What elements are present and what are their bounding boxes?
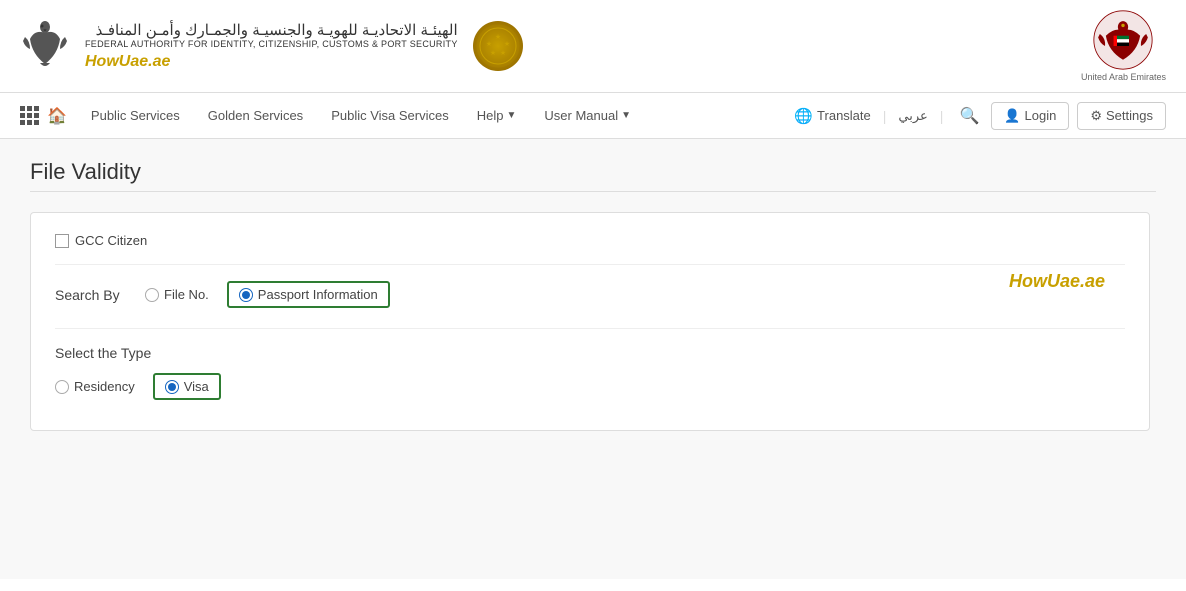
settings-button[interactable]: ⚙ Settings	[1077, 102, 1166, 130]
uae-country-label: United Arab Emirates	[1081, 72, 1166, 82]
uae-emblem-container: United Arab Emirates	[1081, 10, 1166, 82]
help-arrow-icon: ▼	[506, 110, 516, 121]
nav-help[interactable]: Help ▼	[463, 96, 531, 135]
nav-icon-group: 🏠	[20, 106, 67, 126]
passport-info-label: Passport Information	[258, 287, 378, 302]
section-divider	[55, 264, 1125, 265]
arabic-name: الهيئـة الاتحاديـة للهويـة والجنسيـة وال…	[85, 21, 458, 39]
settings-icon: ⚙	[1090, 108, 1102, 124]
how-uae-label: HowUae.ae	[85, 53, 458, 71]
navbar: 🏠 Public Services Golden Services Public…	[0, 93, 1186, 139]
header: الهيئـة الاتحاديـة للهويـة والجنسيـة وال…	[0, 0, 1186, 93]
passport-info-option[interactable]: Passport Information	[227, 281, 390, 308]
svg-text:★: ★	[490, 49, 496, 57]
grid-menu-icon[interactable]	[20, 106, 39, 125]
stars-logo: ★ ★ ★ ★ ★	[473, 21, 523, 71]
uae-emblem	[1093, 10, 1153, 70]
search-by-label: Search By	[55, 287, 145, 303]
title-divider	[30, 191, 1156, 192]
svg-text:★: ★	[500, 49, 506, 57]
separator: |	[883, 108, 887, 124]
main-content: File Validity GCC Citizen Search By File…	[0, 139, 1186, 579]
nav-right: 🌐 Translate | عربي | 🔍 👤 Login ⚙ Setting…	[794, 102, 1166, 130]
search-by-row: Search By File No. Passport Information …	[55, 281, 1125, 308]
svg-text:★: ★	[495, 33, 501, 41]
home-icon[interactable]: 🏠	[47, 106, 67, 126]
english-name: FEDERAL AUTHORITY FOR IDENTITY, CITIZENS…	[85, 39, 458, 49]
form-card: GCC Citizen Search By File No. Passport …	[30, 212, 1150, 431]
svg-text:★: ★	[486, 40, 492, 48]
page-title: File Validity	[30, 159, 1156, 185]
login-button[interactable]: 👤 Login	[991, 102, 1069, 130]
residency-label: Residency	[74, 379, 135, 394]
separator2: |	[940, 108, 944, 124]
residency-option[interactable]: Residency	[55, 379, 135, 394]
nav-public-visa-services[interactable]: Public Visa Services	[317, 96, 463, 135]
residency-radio[interactable]	[55, 380, 69, 394]
gcc-citizen-label: GCC Citizen	[75, 233, 147, 248]
watermark: HowUae.ae	[1009, 271, 1105, 292]
visa-label: Visa	[184, 379, 209, 394]
falcon-logo	[20, 21, 70, 71]
translate-button[interactable]: 🌐 Translate	[794, 107, 870, 125]
file-no-option[interactable]: File No.	[145, 287, 209, 302]
nav-user-manual[interactable]: User Manual ▼	[530, 96, 645, 135]
nav-public-services[interactable]: Public Services	[77, 96, 194, 135]
file-no-label: File No.	[164, 287, 209, 302]
translate-icon: 🌐	[794, 107, 813, 125]
nav-links: Public Services Golden Services Public V…	[77, 96, 794, 135]
type-radio-row: Residency Visa	[55, 373, 1125, 400]
svg-text:★: ★	[504, 40, 510, 48]
arabic-button[interactable]: عربي	[898, 108, 927, 124]
search-by-options: File No. Passport Information	[145, 281, 390, 308]
nav-golden-services[interactable]: Golden Services	[194, 96, 317, 135]
file-no-radio[interactable]	[145, 288, 159, 302]
authority-name: الهيئـة الاتحاديـة للهويـة والجنسيـة وال…	[85, 21, 458, 71]
gcc-citizen-row: GCC Citizen	[55, 233, 1125, 248]
header-left: الهيئـة الاتحاديـة للهويـة والجنسيـة وال…	[20, 21, 523, 71]
login-icon: 👤	[1004, 108, 1020, 124]
select-type-section: Select the Type Residency Visa	[55, 328, 1125, 400]
visa-radio[interactable]	[165, 380, 179, 394]
visa-option[interactable]: Visa	[153, 373, 221, 400]
user-manual-arrow-icon: ▼	[621, 110, 631, 121]
gcc-citizen-checkbox[interactable]	[55, 234, 69, 248]
passport-info-radio[interactable]	[239, 288, 253, 302]
select-type-label: Select the Type	[55, 345, 1125, 361]
search-icon[interactable]: 🔍	[955, 102, 983, 130]
